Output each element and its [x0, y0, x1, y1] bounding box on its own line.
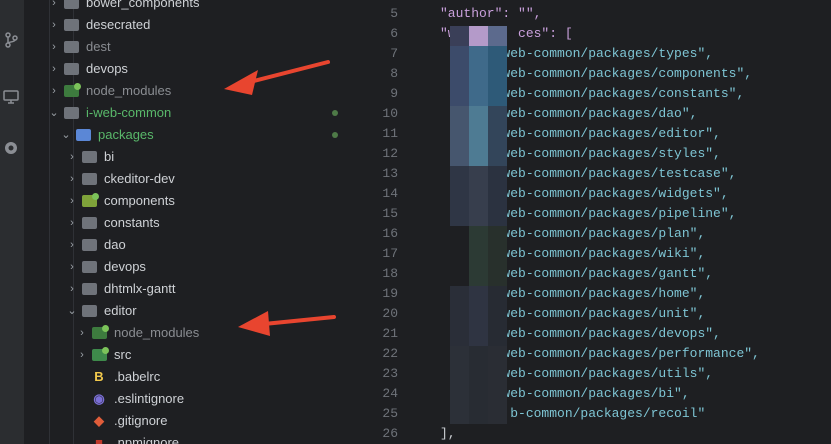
annotation-arrows — [224, 60, 336, 336]
arrow-head — [238, 311, 270, 336]
arrow-editor-node-modules — [262, 315, 336, 326]
arrow-head — [224, 70, 258, 95]
arrow-node-modules — [248, 60, 330, 84]
